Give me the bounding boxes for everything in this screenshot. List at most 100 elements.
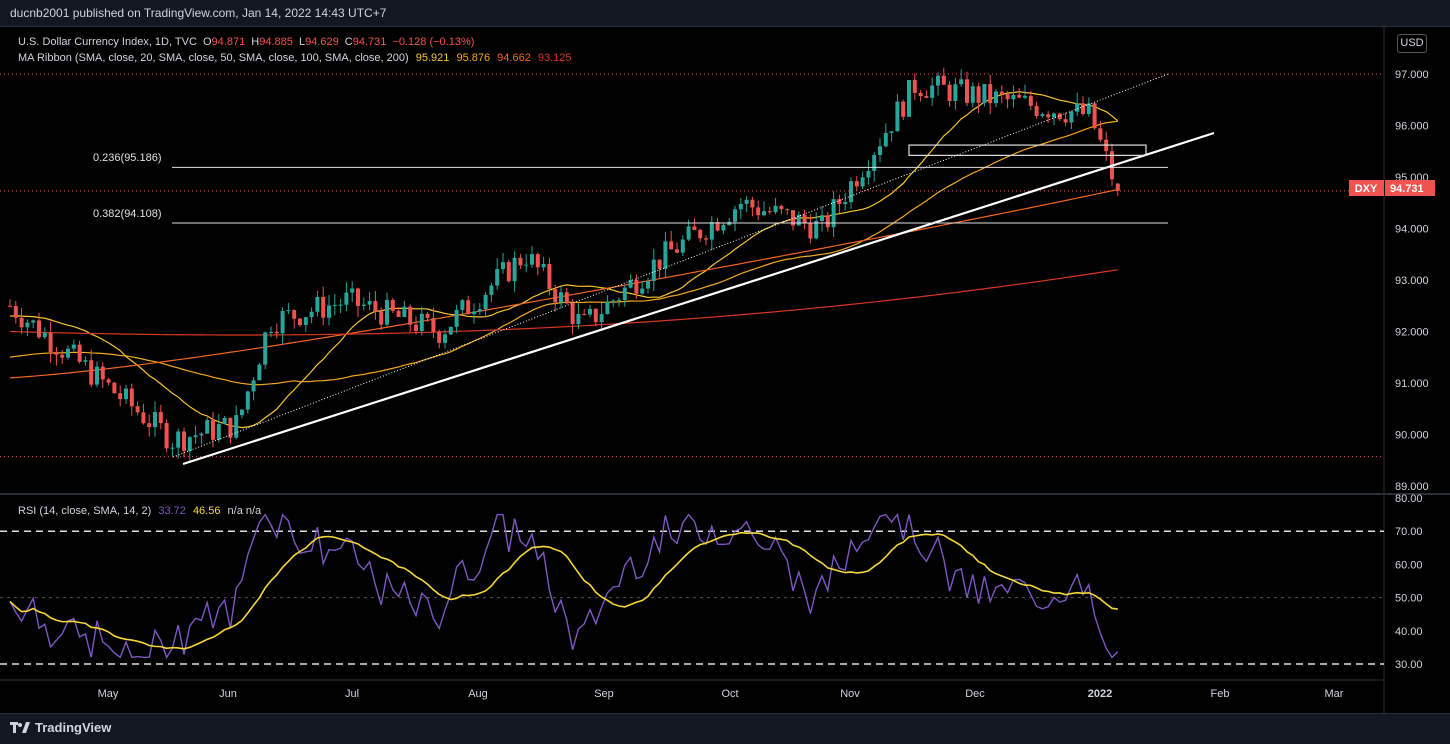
currency-button[interactable]: USD (1397, 34, 1427, 53)
candle (849, 177, 853, 210)
candle (95, 361, 99, 388)
candle (994, 89, 998, 108)
candle-body (298, 318, 302, 325)
candle (669, 230, 674, 250)
candle-body (135, 406, 140, 413)
candle (234, 405, 239, 440)
candle-body (1075, 103, 1080, 112)
candle (733, 205, 737, 232)
price-tag-value: 94.731 (1390, 183, 1424, 195)
candle (222, 415, 227, 425)
candle-body (988, 84, 993, 104)
chart-area[interactable]: 97.000 96.000 95.000 94.000 93.000 92.000 91.0… (0, 27, 1450, 713)
candle-body (930, 85, 935, 98)
candle (802, 209, 807, 230)
candle-body (251, 380, 256, 392)
candle (257, 362, 262, 381)
close-label: C (344, 36, 353, 48)
candle (31, 319, 36, 329)
candle (431, 307, 436, 338)
candle (182, 427, 186, 458)
candle-body (970, 86, 975, 103)
candle (454, 304, 459, 334)
candle (460, 299, 465, 315)
candle-body (976, 86, 981, 103)
rsi-value: 33.72 (158, 505, 186, 517)
candle-body (820, 215, 824, 221)
candle (187, 436, 192, 463)
candle-body (947, 84, 952, 101)
candle-body (564, 292, 569, 304)
time-tick: Mar (1325, 688, 1344, 700)
rsi-tick: 50.00 (1395, 593, 1423, 605)
candle-body (646, 281, 650, 289)
candle-body (367, 300, 372, 305)
candle (13, 300, 18, 324)
candle (77, 340, 82, 364)
candle-body (524, 264, 529, 266)
candle (274, 323, 279, 339)
candle (228, 417, 233, 444)
candle (709, 216, 714, 251)
candle (385, 292, 389, 327)
candle-body (814, 220, 819, 239)
candle-body (588, 308, 592, 315)
candle-body (692, 226, 697, 230)
candle-body (808, 223, 813, 239)
candle (356, 287, 360, 317)
candle-body (129, 388, 134, 407)
candle-body (541, 263, 546, 268)
candle (1092, 102, 1097, 130)
price-tick: 96.000 (1395, 121, 1429, 133)
candle (953, 77, 958, 110)
candle (408, 304, 413, 333)
candle-body (228, 417, 233, 438)
candle-body (495, 269, 500, 286)
ma-legend[interactable]: MA Ribbon (SMA, close, 20, SMA, close, 5… (18, 52, 572, 64)
candle-body (506, 262, 511, 282)
candle-body (750, 199, 755, 208)
candle-body (883, 132, 888, 147)
candle (854, 176, 859, 191)
price-tick: 91.000 (1395, 378, 1429, 390)
candle-body (686, 226, 691, 240)
candle (878, 138, 882, 163)
rsi-sma-value: 46.56 (192, 505, 221, 517)
candle (518, 253, 523, 269)
candle (622, 285, 627, 307)
candle-body (582, 314, 587, 316)
candle (704, 235, 708, 246)
channel-trendline (172, 73, 1169, 458)
candle (831, 191, 836, 238)
chart-canvas[interactable]: 97.00096.00095.00094.00093.00092.00091.0… (0, 27, 1450, 713)
tradingview-logo[interactable]: TradingView (10, 720, 111, 735)
candle (535, 252, 540, 276)
candle (907, 79, 911, 118)
candle (309, 307, 314, 324)
candle (837, 194, 842, 214)
candle-body (477, 309, 482, 312)
main-legend[interactable]: U.S. Dollar Currency Index, 1D, TVC O94.… (18, 36, 474, 48)
change-value: −0.128 (−0.13%) (392, 36, 475, 48)
candle (779, 204, 784, 215)
candle (414, 316, 418, 335)
candle-body (1081, 103, 1085, 114)
candle-body (234, 415, 239, 438)
time-tick: Aug (468, 688, 488, 700)
candle-body (680, 239, 685, 253)
candle (976, 82, 981, 114)
candle-body (825, 215, 830, 228)
candle (582, 309, 587, 316)
rsi-legend[interactable]: RSI (14, close, SMA, 14, 2) 33.72 46.56 … (18, 505, 261, 517)
candle (796, 211, 801, 226)
candle-body (106, 379, 111, 383)
candle-body (211, 420, 215, 440)
candle-body (147, 423, 152, 428)
price-tick: 90.000 (1395, 430, 1429, 442)
candle (489, 282, 494, 303)
candle (124, 384, 128, 405)
candle-body (854, 181, 859, 187)
candle-body (617, 300, 621, 302)
candle-body (153, 412, 157, 428)
candle-body (756, 207, 761, 216)
